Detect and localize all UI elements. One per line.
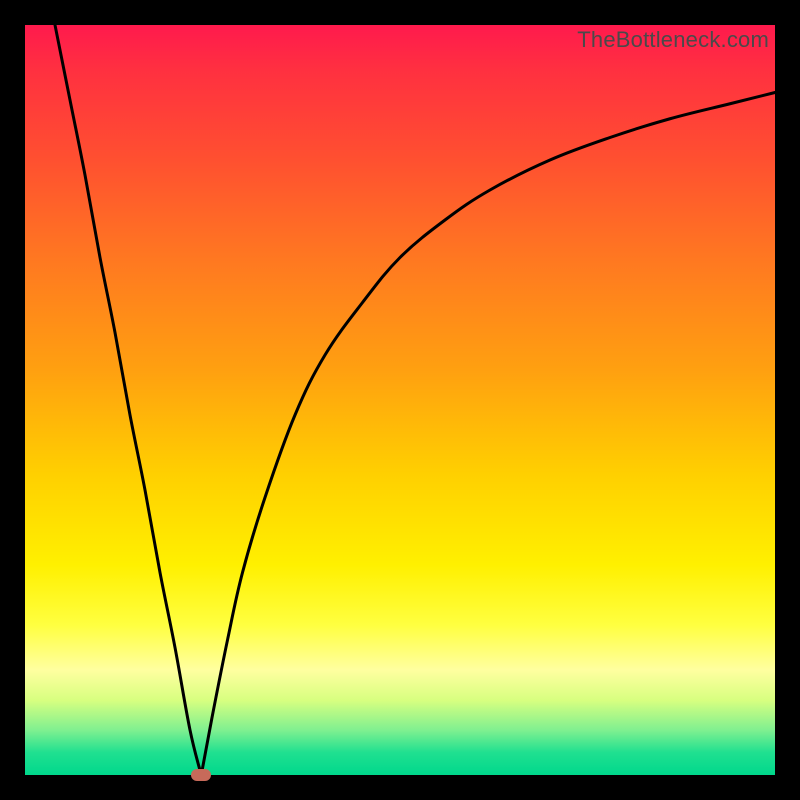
bottleneck-curve [25,25,775,775]
bottleneck-marker [191,769,211,781]
curve-right-branch [201,93,775,776]
curve-left-branch [55,25,201,775]
plot-area: TheBottleneck.com [25,25,775,775]
